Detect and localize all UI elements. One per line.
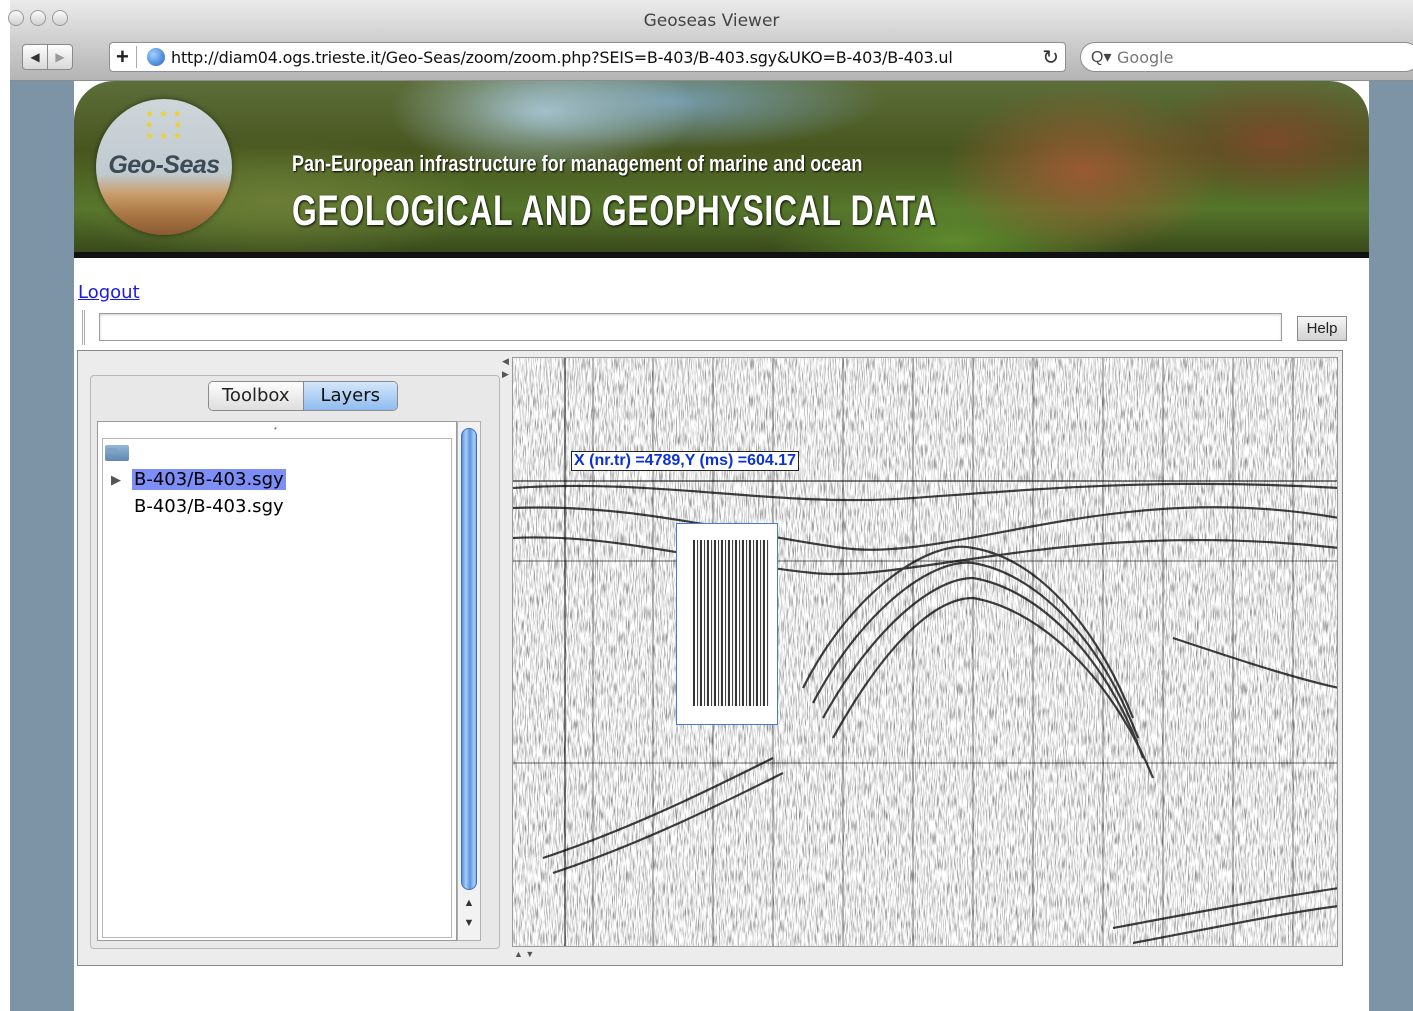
expand-arrow-icon[interactable]: ▶ (111, 472, 121, 488)
panel-tabs: Toolbox Layers (208, 381, 398, 411)
forward-button[interactable]: ▶ (47, 44, 73, 70)
browser-window: Geoseas Viewer ◀ ▶ + http://diam04.ogs.t… (8, 0, 1413, 1011)
back-arrow-icon: ◀ (30, 50, 40, 64)
back-button[interactable]: ◀ (22, 44, 48, 70)
banner-title: GEOLOGICAL AND GEOPHYSICAL DATA (292, 187, 938, 235)
web-page: ★ ★ ★ ★ ★ ★ ★ ★ Geo-Seas Pan-European infr… (74, 81, 1369, 1011)
tab-toolbox[interactable]: Toolbox (209, 382, 304, 410)
coordinate-readout: X (nr.tr) =4789,Y (ms) =604.17 (571, 451, 800, 471)
resize-dot-icon: • (274, 424, 277, 433)
forward-arrow-icon: ▶ (55, 50, 65, 64)
tree-item-selected[interactable]: B-403/B-403.sgy (132, 469, 286, 490)
search-icon[interactable]: Q▾ (1091, 47, 1111, 67)
help-button[interactable]: Help (1297, 316, 1347, 341)
banner-subtitle: Pan-European infrastructure for manageme… (292, 151, 863, 176)
eu-stars-icon: ★ ★ ★ ★ ★ ★ ★ ★ (144, 109, 184, 142)
bottom-scroll-arrows-icon[interactable]: ▲ ▼ (514, 949, 534, 959)
command-input[interactable] (99, 313, 1282, 341)
title-bar: Geoseas Viewer (8, 0, 1413, 40)
overview-image (693, 540, 769, 706)
url-divider (136, 46, 137, 68)
window-title: Geoseas Viewer (643, 11, 780, 31)
scrollbar-thumb[interactable] (461, 428, 477, 890)
tab-layers[interactable]: Layers (303, 382, 397, 410)
url-text[interactable]: http://diam04.ogs.trieste.it/Geo-Seas/zo… (171, 48, 1021, 67)
reload-icon[interactable]: ↻ (1042, 45, 1059, 70)
seismic-image (513, 358, 1337, 946)
tree-item[interactable]: B-403/B-403.sgy (134, 496, 284, 517)
globe-icon (147, 48, 165, 66)
splitter-arrows-icon[interactable]: ◀ ▶ (502, 355, 509, 381)
scroll-up-arrow-icon[interactable]: ▲ (460, 897, 478, 917)
seismic-section-canvas[interactable]: X (nr.tr) =4789,Y (ms) =604.17 (512, 357, 1338, 947)
folder-icon[interactable] (105, 445, 129, 461)
logout-link[interactable]: Logout (78, 282, 140, 303)
vertical-scrollbar[interactable]: ▲ ▼ (457, 421, 481, 941)
applet-input-row: Help (82, 310, 1347, 345)
overview-thumbnail[interactable] (676, 523, 778, 725)
search-bar[interactable]: Q▾ Google (1080, 42, 1413, 72)
geo-seas-logo: ★ ★ ★ ★ ★ ★ ★ ★ Geo-Seas (96, 99, 232, 235)
seismic-viewer-applet: Toolbox Layers • ▶ B-403/B-403.sgy B-403… (77, 350, 1343, 966)
logo-text: Geo-Seas (108, 151, 220, 179)
add-bookmark-icon[interactable]: + (116, 45, 129, 69)
side-panel: Toolbox Layers • ▶ B-403/B-403.sgy B-403… (90, 375, 500, 949)
browser-toolbar: ◀ ▶ + http://diam04.ogs.trieste.it/Geo-S… (10, 40, 1413, 81)
search-placeholder: Google (1117, 48, 1174, 67)
layers-tree: • ▶ B-403/B-403.sgy B-403/B-403.sgy (97, 421, 457, 941)
header-banner: ★ ★ ★ ★ ★ ★ ★ ★ Geo-Seas Pan-European infr… (74, 81, 1369, 258)
address-bar[interactable]: + http://diam04.ogs.trieste.it/Geo-Seas/… (109, 42, 1066, 72)
scroll-down-arrow-icon[interactable]: ▼ (460, 917, 478, 937)
tree-list: ▶ B-403/B-403.sgy B-403/B-403.sgy (102, 438, 452, 938)
